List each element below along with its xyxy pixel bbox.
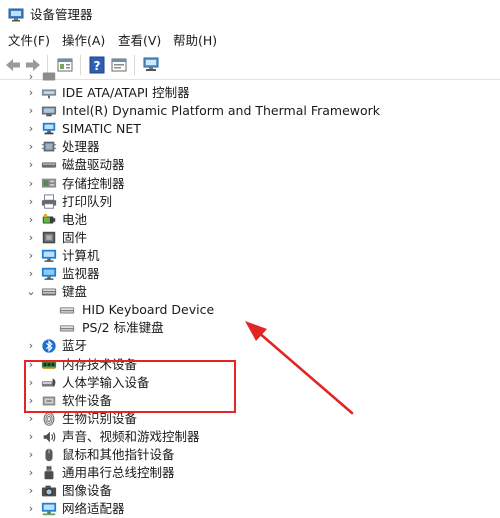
thermal-framework-icon xyxy=(41,106,57,117)
tree-category[interactable]: › 网络适配器 xyxy=(0,500,500,518)
menu-file[interactable]: 文件(F) xyxy=(8,32,50,49)
tree-item-label: 鼠标和其他指针设备 xyxy=(62,447,175,462)
tree-item-label: 监视器 xyxy=(62,266,100,281)
tree-category[interactable]: › 计算机 xyxy=(0,247,500,265)
menu-action[interactable]: 操作(A) xyxy=(62,32,105,49)
expand-arrow-icon[interactable]: › xyxy=(25,120,37,138)
tree-category[interactable]: › 图像设备 xyxy=(0,482,500,500)
battery-icon xyxy=(42,213,56,224)
expand-arrow-icon[interactable]: › xyxy=(25,175,37,193)
tree-item-label: 固件 xyxy=(62,229,88,245)
keyboard-device-icon xyxy=(59,325,75,332)
keyboard-device-icon xyxy=(59,307,75,314)
ide-controller-icon xyxy=(41,89,57,99)
tree-item-label: 键盘 xyxy=(62,284,88,300)
tree-category[interactable]: › 鼠标和其他指针设备 xyxy=(0,446,500,464)
tree-item-label: PS/2 标准键盘 xyxy=(82,320,164,336)
expand-arrow-icon[interactable]: › xyxy=(25,428,37,446)
simatic-net-icon xyxy=(42,122,56,135)
disk-drive-icon xyxy=(41,162,57,169)
tree-device[interactable]: HID Keyboard Device xyxy=(0,301,500,319)
expand-arrow-icon[interactable]: › xyxy=(25,482,37,500)
expand-arrow-icon[interactable]: › xyxy=(25,102,37,120)
annotation-highlight-box xyxy=(24,360,236,413)
monitor-icon xyxy=(41,267,57,280)
expand-arrow-icon[interactable]: › xyxy=(25,229,37,247)
tree-item-label: 存储控制器 xyxy=(62,175,125,191)
audio-icon xyxy=(43,431,56,443)
tree-item-label: 图像设备 xyxy=(62,483,113,499)
tree-category[interactable]: › 声音、视频和游戏控制器 xyxy=(0,428,500,446)
tree-category[interactable]: › 监视器 xyxy=(0,265,500,283)
tree-category[interactable]: › 打印队列 xyxy=(0,193,500,211)
expand-arrow-icon[interactable]: › xyxy=(25,193,37,211)
tree-item-label: SIMATIC NET xyxy=(62,121,141,137)
biometric-icon xyxy=(43,412,55,426)
tree-item-label: Intel(R) Dynamic Platform and Thermal Fr… xyxy=(62,103,381,119)
tree-item-label: 处理器 xyxy=(62,139,100,155)
tree-category[interactable]: › 电池 xyxy=(0,211,500,229)
tree-item-label: HID Keyboard Device xyxy=(82,302,215,318)
window-title: 设备管理器 xyxy=(30,7,93,22)
tree-item-label: 电池 xyxy=(62,211,88,227)
storage-controller-icon xyxy=(41,178,57,188)
keyboard-icon xyxy=(41,288,57,296)
tree-category[interactable]: ⌄ 键盘 xyxy=(0,283,500,301)
expand-arrow-icon[interactable]: › xyxy=(25,211,37,229)
expand-arrow-icon[interactable]: › xyxy=(25,500,37,518)
device-manager-icon xyxy=(8,8,24,22)
processor-icon xyxy=(41,141,57,152)
expand-arrow-icon[interactable]: › xyxy=(25,138,37,156)
tree-item-label: 打印队列 xyxy=(62,193,113,209)
tree-category[interactable]: › 通用串行总线控制器 xyxy=(0,464,500,482)
expand-arrow-icon[interactable]: › xyxy=(25,464,37,482)
tree-category[interactable]: › 处理器 xyxy=(0,138,500,156)
title-bar: 设备管理器 xyxy=(0,0,500,30)
expand-arrow-icon[interactable]: › xyxy=(25,247,37,265)
menu-view[interactable]: 查看(V) xyxy=(118,32,161,49)
bluetooth-icon xyxy=(42,339,56,354)
tree-category[interactable]: › 存储控制器 xyxy=(0,175,500,193)
collapse-arrow-icon[interactable]: ⌄ xyxy=(25,283,37,301)
tree-category[interactable]: › 固件 xyxy=(0,229,500,247)
tree-item-label: 磁盘驱动器 xyxy=(62,157,125,173)
device-tree[interactable]: › › IDE ATA/ATAPI 控制器 › Intel(R) Dynamic Pla… xyxy=(0,70,500,518)
expand-arrow-icon[interactable]: › xyxy=(25,156,37,174)
tree-item-label: 网络适配器 xyxy=(62,501,125,517)
firmware-icon xyxy=(42,231,56,244)
tree-category[interactable]: › Intel(R) Dynamic Platform and Thermal F… xyxy=(0,102,500,120)
expand-arrow-icon[interactable]: › xyxy=(25,446,37,464)
tree-item-label: 计算机 xyxy=(62,247,100,263)
tree-item-label: 声音、视频和游戏控制器 xyxy=(62,428,200,444)
print-queue-icon xyxy=(41,194,57,209)
tree-category[interactable]: › 磁盘驱动器 xyxy=(0,156,500,174)
menu-bar: 文件(F) 操作(A) 查看(V) 帮助(H) xyxy=(0,30,500,51)
tree-category[interactable]: › IDE ATA/ATAPI 控制器 xyxy=(0,84,500,102)
usb-icon xyxy=(44,465,54,480)
expand-arrow-icon[interactable]: › xyxy=(25,84,37,102)
tree-category[interactable]: › SIMATIC NET xyxy=(0,120,500,138)
mouse-icon xyxy=(45,448,53,462)
tree-device[interactable]: PS/2 标准键盘 xyxy=(0,319,500,337)
expand-arrow-icon[interactable]: › xyxy=(25,337,37,355)
computer-icon xyxy=(41,249,57,262)
menu-help[interactable]: 帮助(H) xyxy=(173,32,217,49)
imaging-device-icon xyxy=(41,485,57,497)
tree-category[interactable]: › 蓝牙 xyxy=(0,337,500,355)
tree-item-label: 蓝牙 xyxy=(62,338,88,354)
expand-arrow-icon[interactable]: › xyxy=(25,265,37,283)
generic xyxy=(42,72,56,81)
tree-item-label: 通用串行总线控制器 xyxy=(62,465,175,481)
tree-item-label: IDE ATA/ATAPI 控制器 xyxy=(62,85,190,100)
